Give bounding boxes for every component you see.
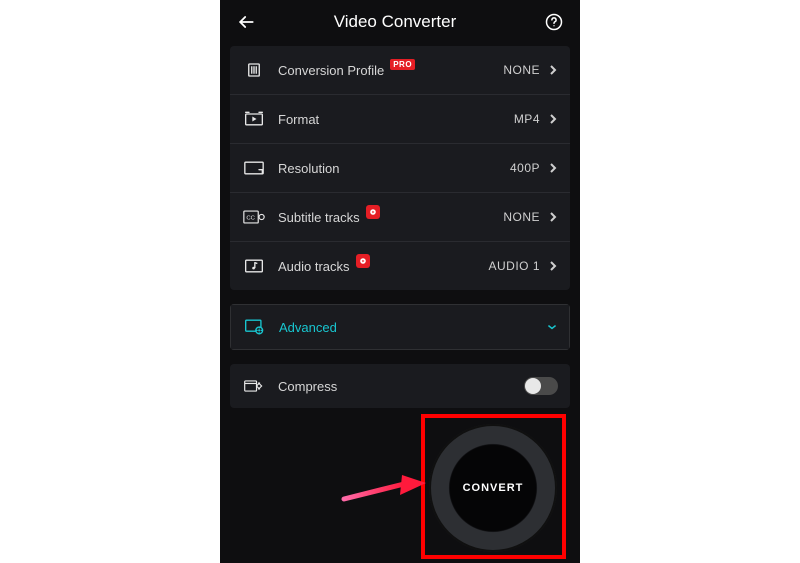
app-screen: Video Converter Conversion Profile PRO NO… <box>220 0 580 563</box>
chevron-right-icon <box>548 64 558 76</box>
chevron-right-icon <box>548 113 558 125</box>
audio-row[interactable]: Audio tracks AUDIO 1 <box>230 242 570 290</box>
help-icon <box>544 12 564 32</box>
compress-toggle[interactable] <box>524 377 558 395</box>
annotation-arrow-icon <box>340 471 430 511</box>
format-value: MP4 <box>514 112 540 126</box>
compress-icon <box>243 377 265 395</box>
resolution-value: 400P <box>510 161 540 175</box>
chevron-right-icon <box>548 211 558 223</box>
music-icon <box>244 258 264 274</box>
format-icon <box>244 111 264 127</box>
settings-card: Conversion Profile PRO NONE Format MP4 Re… <box>230 46 570 290</box>
audio-label: Audio tracks <box>278 259 350 274</box>
conversion-profile-label: Conversion Profile <box>278 63 384 78</box>
chevron-right-icon <box>548 260 558 272</box>
advanced-card: Advanced <box>230 304 570 350</box>
advanced-label: Advanced <box>279 320 337 335</box>
convert-button[interactable]: CONVERT <box>429 424 557 552</box>
conversion-profile-row[interactable]: Conversion Profile PRO NONE <box>230 46 570 95</box>
sliders-icon <box>245 61 263 79</box>
compress-card: Compress <box>230 364 570 408</box>
resolution-label: Resolution <box>278 161 339 176</box>
cc-icon: CC <box>243 210 265 224</box>
chevron-right-icon <box>548 162 558 174</box>
svg-text:CC: CC <box>246 216 255 222</box>
advanced-icon <box>244 318 266 336</box>
notification-badge-icon <box>356 254 370 268</box>
pro-badge: PRO <box>390 59 415 70</box>
help-button[interactable] <box>540 8 568 36</box>
toggle-knob <box>525 378 541 394</box>
resolution-row[interactable]: Resolution 400P <box>230 144 570 193</box>
compress-label: Compress <box>278 379 337 394</box>
subtitle-row[interactable]: CC Subtitle tracks NONE <box>230 193 570 242</box>
audio-value: AUDIO 1 <box>488 259 540 273</box>
advanced-row[interactable]: Advanced <box>230 304 570 350</box>
notification-badge-icon <box>366 205 380 219</box>
resolution-icon <box>244 161 264 175</box>
chevron-down-icon <box>547 322 557 332</box>
conversion-profile-value: NONE <box>503 63 540 77</box>
convert-area: CONVERT <box>428 423 558 553</box>
format-label: Format <box>278 112 319 127</box>
convert-label: CONVERT <box>450 445 536 531</box>
compress-row[interactable]: Compress <box>230 364 570 408</box>
format-row[interactable]: Format MP4 <box>230 95 570 144</box>
subtitle-label: Subtitle tracks <box>278 210 360 225</box>
page-title: Video Converter <box>250 12 540 32</box>
subtitle-value: NONE <box>503 210 540 224</box>
top-bar: Video Converter <box>220 0 580 44</box>
